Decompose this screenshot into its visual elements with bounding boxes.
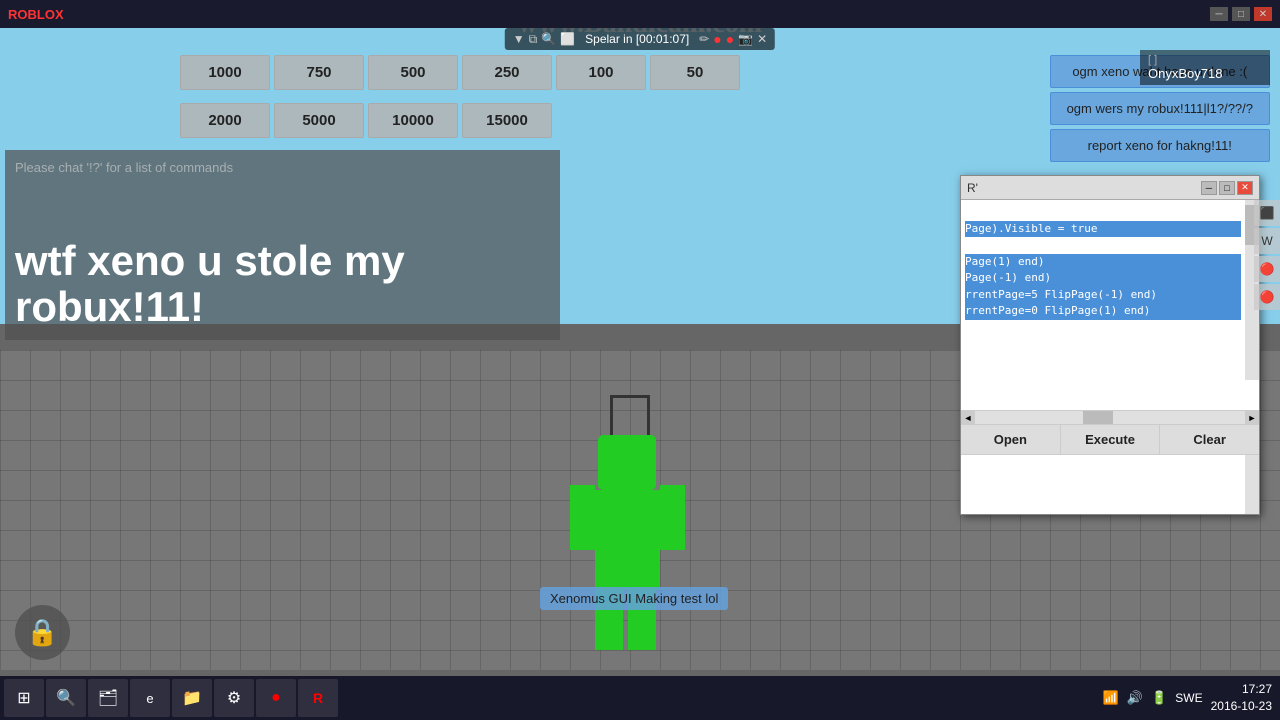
editor-title-bar: R' ─ □ ✕: [961, 176, 1259, 200]
num-btn-100[interactable]: 100: [556, 55, 646, 90]
taskbar-network-icon: 📶: [1103, 690, 1119, 706]
editor-title-buttons: ─ □ ✕: [1201, 181, 1253, 195]
leaderboard-player: OnyxBoy718: [1148, 66, 1262, 81]
title-bar-left: ROBLOX: [8, 7, 64, 22]
taskbar-volume-icon: 🔊: [1127, 690, 1143, 706]
editor-action-buttons: Open Execute Clear: [961, 424, 1259, 454]
recording-toolbar: ▼ ⧉ 🔍 ⬜ Spelar in [00:01:07] ✏ ● ● 📷 ✕: [505, 28, 775, 50]
toolbar-pencil-icon[interactable]: ✏: [699, 32, 709, 46]
taskbar-roblox-button[interactable]: R: [298, 679, 338, 717]
number-buttons-row2: 2000 5000 10000 15000 ogm xeno waht have…: [180, 103, 740, 138]
num-btn-500[interactable]: 500: [368, 55, 458, 90]
taskbar-battery-icon: 🔋: [1151, 690, 1167, 706]
code-line-7: rrentPage=0 FlipPage(1) end): [965, 303, 1241, 320]
maximize-button[interactable]: □: [1232, 7, 1250, 21]
chat-hint: Please chat '!?' for a list of commands: [15, 160, 233, 175]
character-label: Xenomus GUI Making test lol: [540, 587, 728, 610]
num-btn-1000[interactable]: 1000: [180, 55, 270, 90]
editor-code: Page).Visible = true Page(1) end) Page(-…: [961, 200, 1245, 410]
toolbar-region-icon[interactable]: ⬜: [560, 32, 575, 46]
right-icon-4[interactable]: 🔴: [1254, 284, 1280, 310]
chat-panel: Please chat '!?' for a list of commands …: [5, 150, 560, 340]
editor-minimize-button[interactable]: ─: [1201, 181, 1217, 195]
num-btn-10000[interactable]: 10000: [368, 103, 458, 138]
leaderboard-panel: [ ] OnyxBoy718: [1140, 50, 1270, 85]
character-arm-right: [660, 485, 685, 550]
script-editor-window: R' ─ □ ✕ Page).Visible = true Page(1) en…: [960, 175, 1260, 515]
toolbar-copy-icon[interactable]: ⧉: [529, 32, 538, 47]
editor-title: R': [967, 181, 978, 195]
right-icon-3[interactable]: 🔴: [1254, 256, 1280, 282]
num-btn-750[interactable]: 750: [274, 55, 364, 90]
taskbar-record-button[interactable]: ●: [256, 679, 296, 717]
editor-scroll-left-icon[interactable]: ◄: [961, 411, 975, 425]
title-bar-controls[interactable]: ─ □ ✕: [1210, 7, 1272, 21]
close-button[interactable]: ✕: [1254, 7, 1272, 21]
taskbar-explorer-button[interactable]: 📁: [172, 679, 212, 717]
num-btn-15000[interactable]: 15000: [462, 103, 552, 138]
taskbar-time-value: 17:27: [1211, 681, 1272, 698]
toolbar-zoom-icon[interactable]: 🔍: [541, 32, 556, 46]
right-icon-2[interactable]: W: [1254, 228, 1280, 254]
taskbar: ⊞ 🔍 🗂 e 📁 ⚙ ● R 📶 🔊 🔋 SWE 17:27 2016-10-…: [0, 676, 1280, 720]
character-head: [598, 435, 656, 490]
recording-timer: Spelar in [00:01:07]: [585, 32, 689, 46]
right-sidebar-icons: ⬛ W 🔴 🔴: [1254, 200, 1280, 310]
editor-scroll-right-icon[interactable]: ►: [1245, 411, 1259, 425]
toolbar-dropdown-icon[interactable]: ▼: [513, 32, 525, 46]
taskbar-settings-button[interactable]: ⚙: [214, 679, 254, 717]
editor-close-button[interactable]: ✕: [1237, 181, 1253, 195]
lock-icon[interactable]: 🔒: [15, 605, 70, 660]
num-btn-50[interactable]: 50: [650, 55, 740, 90]
character-body: [595, 490, 660, 590]
taskbar-clock: 17:27 2016-10-23: [1211, 681, 1272, 715]
editor-hscroll-track[interactable]: [975, 411, 1245, 424]
right-icon-1[interactable]: ⬛: [1254, 200, 1280, 226]
chat-btn-2[interactable]: ogm wers my robux!111|l1?/??/?: [1050, 92, 1270, 125]
execute-button[interactable]: Execute: [1061, 425, 1161, 454]
editor-output: [961, 454, 1259, 514]
open-button[interactable]: Open: [961, 425, 1061, 454]
taskbar-task-view-button[interactable]: 🗂: [88, 679, 128, 717]
num-btn-250[interactable]: 250: [462, 55, 552, 90]
editor-maximize-button[interactable]: □: [1219, 181, 1235, 195]
editor-horizontal-scrollbar[interactable]: ◄ ►: [961, 410, 1259, 424]
toolbar-close-icon[interactable]: ✕: [757, 32, 767, 46]
number-buttons-row1: 1000 750 500 250 100 50: [180, 55, 740, 90]
taskbar-date-value: 2016-10-23: [1211, 698, 1272, 715]
taskbar-edge-button[interactable]: e: [130, 679, 170, 717]
code-line-2: Page).Visible = true: [965, 221, 1241, 238]
clear-button[interactable]: Clear: [1160, 425, 1259, 454]
character-arm-left: [570, 485, 595, 550]
taskbar-start-button[interactable]: ⊞: [4, 679, 44, 717]
minimize-button[interactable]: ─: [1210, 7, 1228, 21]
code-line-6: rrentPage=5 FlipPage(-1) end): [965, 287, 1241, 304]
code-line-4: Page(1) end): [965, 254, 1241, 271]
num-btn-5000[interactable]: 5000: [274, 103, 364, 138]
editor-code-area[interactable]: Page).Visible = true Page(1) end) Page(-…: [961, 200, 1259, 410]
record-dot2-icon: ●: [726, 31, 734, 47]
toolbar-camera-icon[interactable]: 📷: [738, 32, 753, 46]
code-line-3: [965, 237, 1241, 254]
num-btn-2000[interactable]: 2000: [180, 103, 270, 138]
editor-output-scrollbar[interactable]: [1245, 455, 1259, 514]
code-line-5: Page(-1) end): [965, 270, 1241, 287]
record-dot-icon: ●: [713, 31, 721, 47]
taskbar-right: 📶 🔊 🔋 SWE 17:27 2016-10-23: [1103, 681, 1276, 715]
chat-message: wtf xeno u stole my robux!11!: [15, 238, 550, 330]
taskbar-language: SWE: [1175, 691, 1202, 705]
editor-hscroll-thumb[interactable]: [1083, 411, 1113, 424]
roblox-logo: ROBLOX: [8, 7, 64, 22]
code-line-1: [965, 204, 1241, 221]
taskbar-search-button[interactable]: 🔍: [46, 679, 86, 717]
chat-btn-3[interactable]: report xeno for hakng!11!: [1050, 129, 1270, 162]
game-character: [570, 390, 690, 590]
title-bar: ROBLOX ─ □ ✕: [0, 0, 1280, 28]
